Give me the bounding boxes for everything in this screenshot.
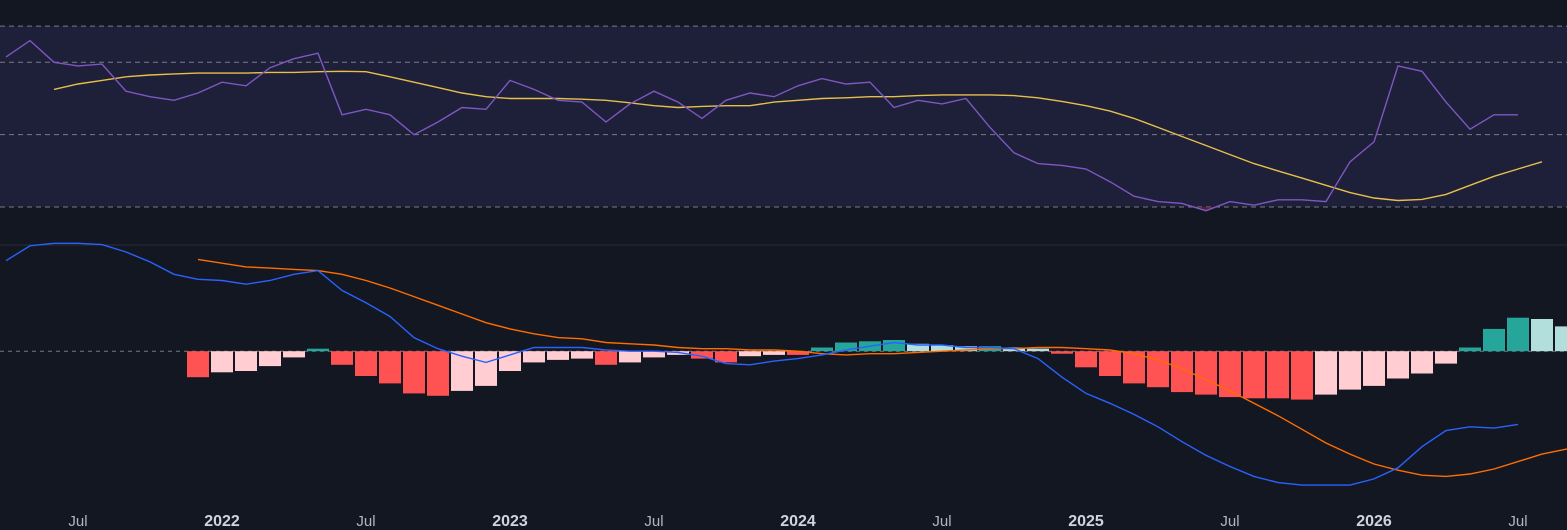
histogram-bar xyxy=(187,351,209,378)
x-tick-label-year: 2022 xyxy=(204,513,240,530)
histogram-bar xyxy=(403,351,425,394)
histogram-bar xyxy=(1051,351,1073,354)
x-tick-label-year: 2025 xyxy=(1068,513,1104,530)
histogram-bar xyxy=(1339,351,1361,390)
histogram-bar xyxy=(1411,351,1433,374)
x-tick-label-month: Jul xyxy=(356,513,375,530)
histogram-bar xyxy=(331,351,353,365)
x-tick-label-year: 2026 xyxy=(1356,513,1392,530)
histogram-bar xyxy=(451,351,473,391)
histogram-bar xyxy=(1387,351,1409,379)
histogram-bar xyxy=(283,351,305,358)
histogram-bar xyxy=(475,351,497,386)
histogram-bar xyxy=(1243,351,1265,399)
x-tick-label-year: 2023 xyxy=(492,513,528,530)
histogram-bar xyxy=(595,351,617,365)
histogram-bar xyxy=(811,347,833,352)
histogram-bar xyxy=(1507,317,1529,352)
histogram-bar xyxy=(739,351,761,357)
indicator-chart: Jul 2022 Jul 2023 Jul 2024 Jul 2025 Jul 2026 Jul xyxy=(0,0,1567,530)
x-tick-label-year: 2024 xyxy=(780,513,816,530)
histogram-bar xyxy=(1099,351,1121,376)
rsi-band-fill xyxy=(0,26,1567,208)
histogram-bar xyxy=(427,351,449,396)
histogram-bar xyxy=(1459,347,1481,352)
histogram-bar xyxy=(1075,351,1097,368)
histogram-bar xyxy=(1147,351,1169,388)
histogram-bar xyxy=(1363,351,1385,386)
histogram-bar xyxy=(355,351,377,376)
histogram-bar xyxy=(763,351,785,355)
histogram-bar xyxy=(1435,351,1457,364)
histogram-bar xyxy=(1027,348,1049,352)
histogram-bar xyxy=(211,351,233,373)
x-tick-label-month: Jul xyxy=(1220,513,1239,530)
x-tick-label-month: Jul xyxy=(932,513,951,530)
histogram-bar xyxy=(619,351,641,363)
histogram-bar xyxy=(1267,351,1289,399)
x-tick-label-month: Jul xyxy=(68,513,87,530)
histogram-bar xyxy=(523,351,545,363)
histogram-bar xyxy=(1531,319,1553,352)
histogram-bar xyxy=(235,351,257,371)
histogram-bar xyxy=(883,340,905,352)
histogram-bar xyxy=(1555,326,1567,352)
rsi-pane[interactable] xyxy=(0,25,1567,212)
histogram-bar xyxy=(1195,351,1217,395)
histogram-bar xyxy=(1483,328,1505,352)
histogram-bar xyxy=(379,351,401,384)
x-tick-label-month: Jul xyxy=(1508,513,1527,530)
histogram-bar xyxy=(259,351,281,367)
histogram-bar xyxy=(1291,351,1313,400)
histogram-bar xyxy=(1315,351,1337,395)
histogram-bar xyxy=(307,348,329,352)
x-tick-label-month: Jul xyxy=(644,513,663,530)
histogram-bar xyxy=(571,351,593,359)
histogram-bar xyxy=(547,351,569,360)
